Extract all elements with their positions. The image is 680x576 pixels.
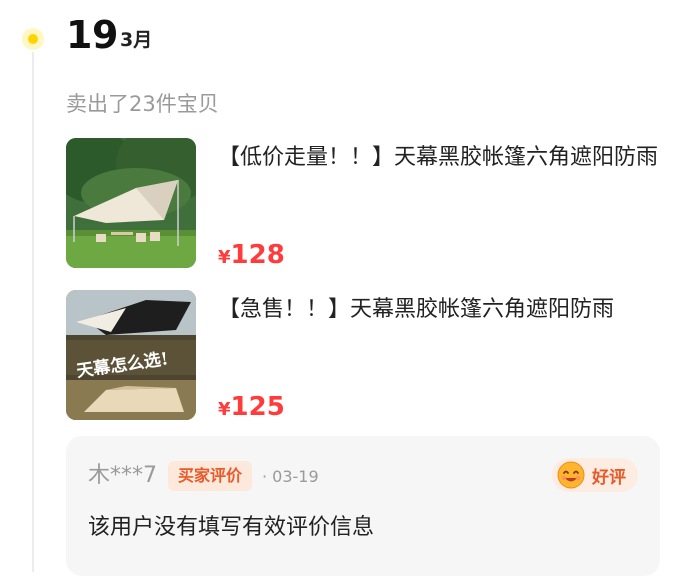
rating-label: 好评 [592,467,626,488]
product-title[interactable]: 【急售！！】天幕黑胶帐篷六角遮阳防雨 [218,294,664,326]
currency-symbol: ¥ [218,399,231,420]
product-thumbnail[interactable]: 天幕怎么选! [66,290,196,420]
rating-tag: 好评 [552,458,638,492]
product-thumbnail[interactable] [66,138,196,268]
date-day: 19 [66,13,118,57]
tent-canopy-image [66,138,196,268]
currency-symbol: ¥ [218,247,231,268]
product-item[interactable]: 天幕怎么选! 【急售！！】天幕黑胶帐篷六角遮阳防雨 ¥125 [66,290,656,422]
buyer-review-badge: 买家评价 [168,461,253,491]
reviewer-name[interactable]: 木***7 [88,462,157,490]
review-date: · 03-19 [262,467,319,486]
review-card[interactable]: 木***7 买家评价 · 03-19 好评 该用户没有填写有效评价信息 [66,436,660,576]
product-title[interactable]: 【低价走量！！】天幕黑胶帐篷六角遮阳防雨 [218,142,664,174]
product-item[interactable]: 【低价走量！！】天幕黑胶帐篷六角遮阳防雨 ¥128 [66,138,658,270]
product-price: ¥125 [218,390,285,427]
price-value: 128 [230,240,285,270]
tent-collage-image: 天幕怎么选! [66,290,196,420]
price-value: 125 [230,392,285,422]
timeline-line [32,52,34,572]
timeline-dot-icon [22,28,44,50]
product-price: ¥128 [218,238,285,275]
smile-face-icon [557,461,585,489]
date-month: 3月 [120,29,153,51]
sold-summary: 卖出了23件宝贝 [66,92,219,116]
review-content: 该用户没有填写有效评价信息 [88,515,375,540]
